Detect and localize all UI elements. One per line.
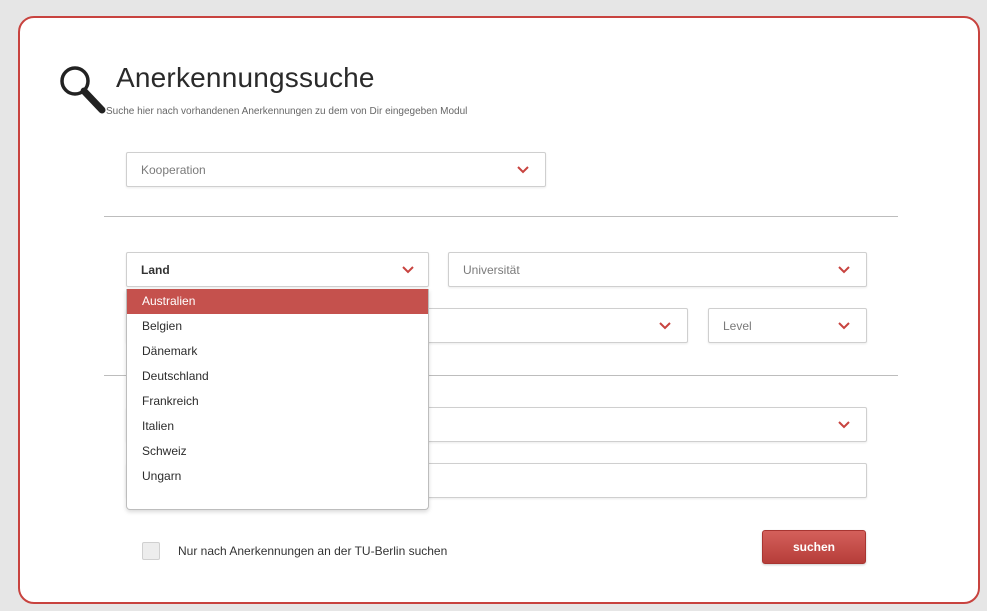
dropdown-option[interactable]: Dänemark (127, 339, 428, 364)
search-panel: Anerkennungssuche Suche hier nach vorhan… (18, 16, 980, 604)
level-select[interactable]: Level (708, 308, 867, 343)
chevron-down-icon (659, 321, 671, 329)
land-select[interactable]: Land (126, 252, 429, 287)
dropdown-option[interactable]: Italien (127, 414, 428, 439)
section-divider (104, 216, 898, 217)
land-select-label: Land (141, 262, 170, 277)
dropdown-option[interactable]: Schweiz (127, 439, 428, 464)
chevron-down-icon (838, 321, 850, 329)
search-button[interactable]: suchen (762, 530, 866, 564)
chevron-down-icon (402, 265, 414, 273)
universitaet-select[interactable]: Universität (448, 252, 867, 287)
magnifying-glass-icon (60, 66, 106, 114)
dropdown-option[interactable]: Frankreich (127, 389, 428, 414)
chevron-down-icon (517, 165, 529, 173)
chevron-down-icon (838, 420, 850, 428)
dropdown-option[interactable]: Ungarn (127, 464, 428, 489)
page-title: Anerkennungssuche (116, 62, 375, 93)
tu-berlin-only-label: Nur nach Anerkennungen an der TU-Berlin … (178, 544, 448, 558)
dropdown-option[interactable]: Australien (127, 289, 428, 314)
level-select-label: Level (723, 318, 752, 333)
universitaet-select-label: Universität (463, 262, 520, 277)
land-dropdown-list: Australien Belgien Dänemark Deutschland Fran… (126, 289, 429, 510)
dropdown-option[interactable]: Belgien (127, 314, 428, 339)
kooperation-select[interactable]: Kooperation (126, 152, 546, 187)
kooperation-select-label: Kooperation (141, 162, 206, 177)
tu-berlin-only-checkbox[interactable] (142, 542, 160, 560)
page-subtitle: Suche hier nach vorhandenen Anerkennunge… (106, 106, 468, 117)
chevron-down-icon (838, 265, 850, 273)
dropdown-option[interactable]: Deutschland (127, 364, 428, 389)
